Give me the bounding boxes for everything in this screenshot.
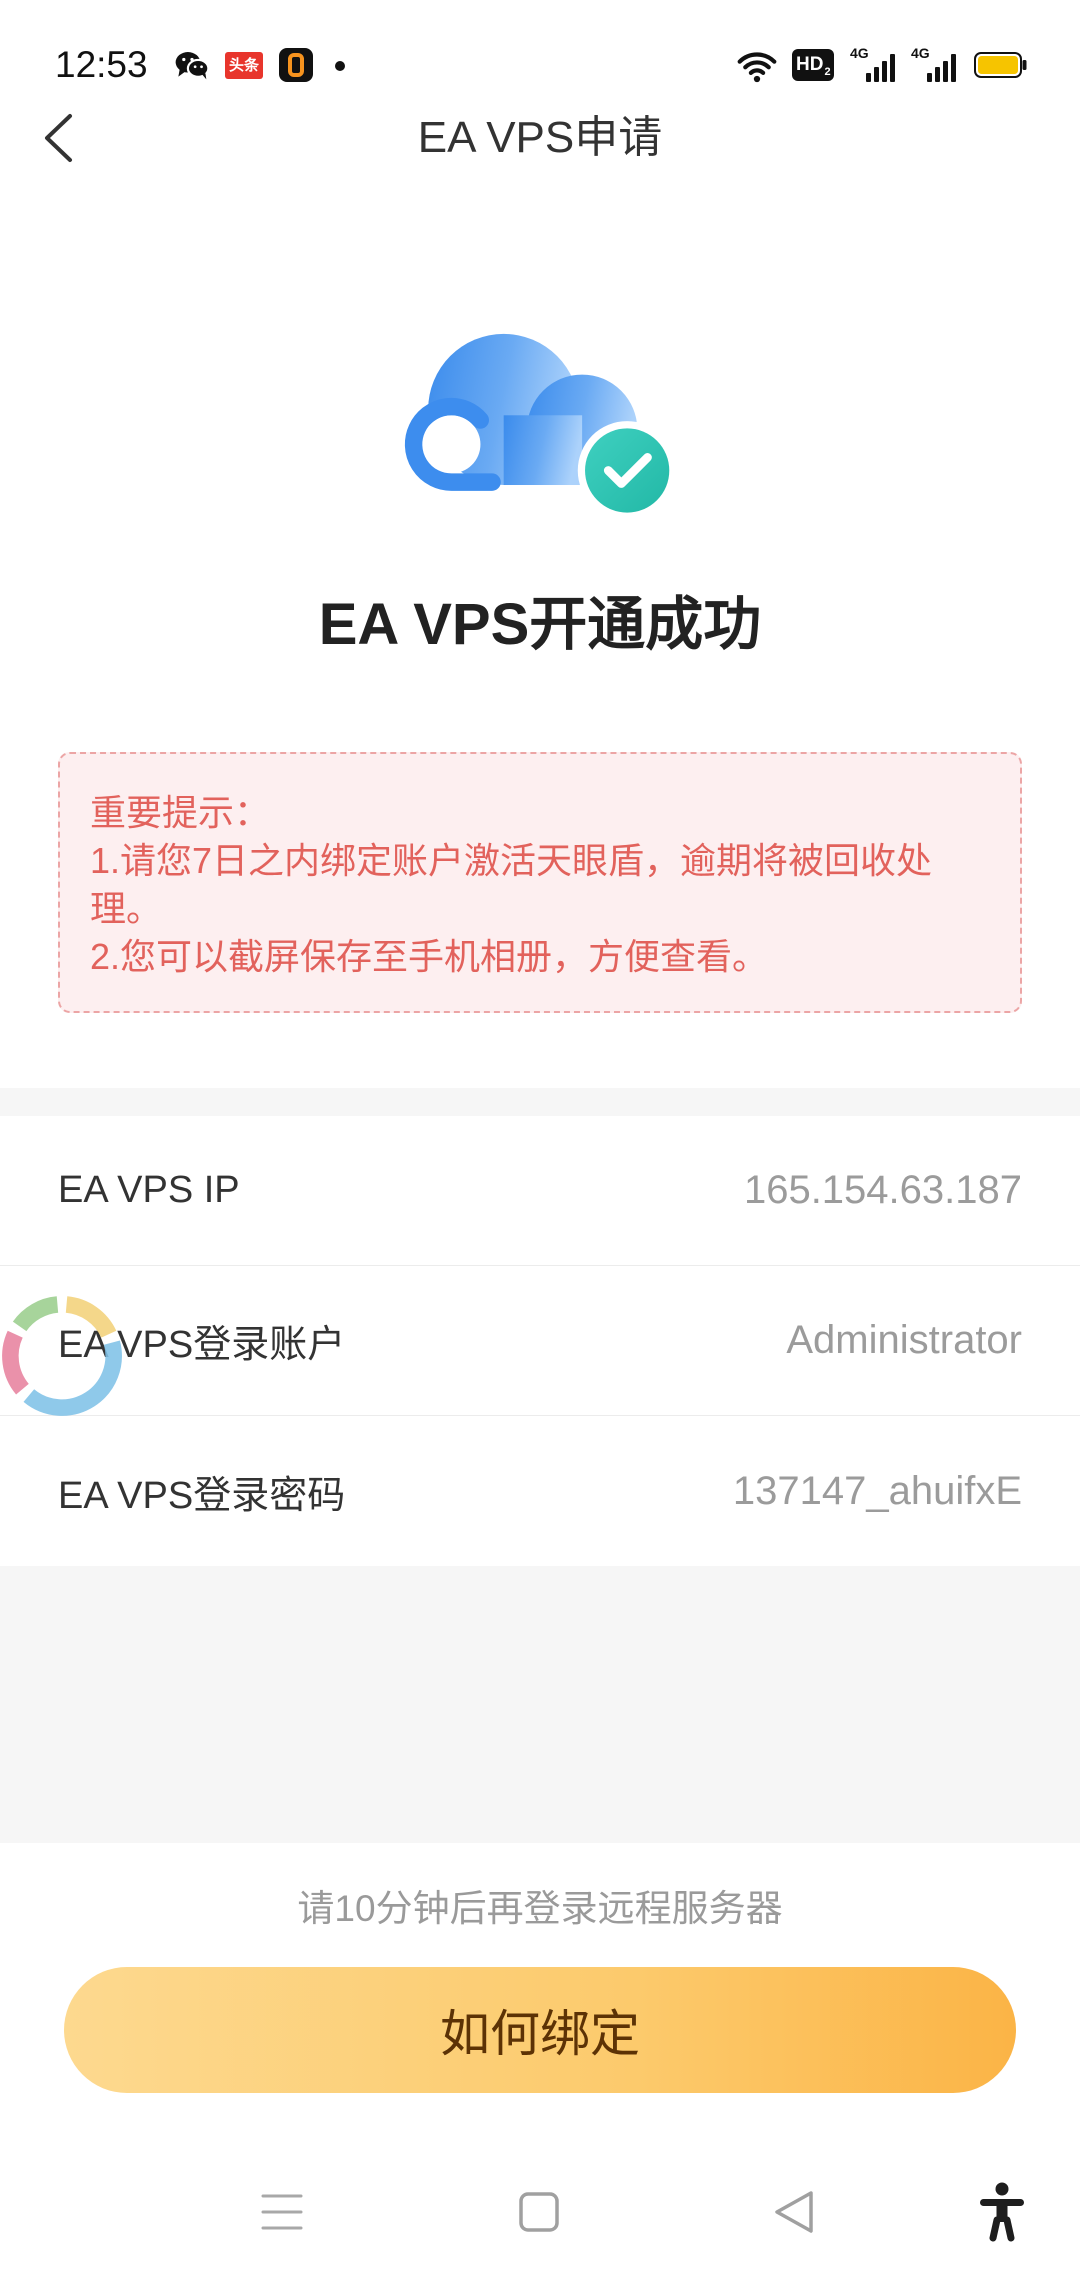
accessibility-button[interactable] xyxy=(972,2182,1032,2242)
login-hint: 请10分钟后再登录远程服务器 xyxy=(297,1888,783,1929)
signal-icon-sim1: 4G xyxy=(850,46,900,84)
home-icon xyxy=(519,2192,559,2232)
how-to-bind-label: 如何绑定 xyxy=(440,2006,640,2062)
status-time: 12:53 xyxy=(55,44,148,85)
accessibility-icon xyxy=(980,2182,1024,2242)
menu-icon xyxy=(261,2194,303,2230)
section-divider xyxy=(0,1088,1080,1116)
vps-details-list: EA VPS IP 165.154.63.187 EA VPS登录账户 Admi… xyxy=(0,1116,1080,1566)
notice-item: 1.请您7日之内绑定账户激活天眼盾，逾期将被回收处理。 xyxy=(90,840,933,929)
detail-value: 165.154.63.187 xyxy=(743,1168,1022,1212)
detail-row-ip: EA VPS IP 165.154.63.187 xyxy=(0,1116,1080,1266)
loading-ring-icon[interactable] xyxy=(0,1294,124,1418)
wechat-icon xyxy=(175,52,210,80)
signal-icon-sim2: 4G xyxy=(911,46,961,84)
menu-button[interactable] xyxy=(252,2182,312,2242)
success-title: EA VPS开通成功 xyxy=(318,592,762,657)
signal-bars-icon xyxy=(866,54,895,82)
hd-voice-icon: HD2 xyxy=(792,49,834,81)
more-dot-icon xyxy=(335,61,345,71)
empty-area xyxy=(0,1566,1080,1843)
hd-sim-label: 2 xyxy=(824,66,831,78)
notice-item: 2.您可以截屏保存至手机相册，方便查看。 xyxy=(90,936,769,977)
wifi-icon xyxy=(737,52,777,83)
how-to-bind-button[interactable]: 如何绑定 xyxy=(64,1967,1016,2093)
notice-heading: 重要提示： xyxy=(90,792,271,833)
back-triangle-icon xyxy=(775,2191,813,2233)
app-icon xyxy=(279,48,313,82)
toutiao-label: 头条 xyxy=(228,57,259,74)
battery-icon xyxy=(974,52,1027,78)
detail-value: 137147_ahuifxE xyxy=(732,1468,1022,1513)
detail-label: EA VPS IP xyxy=(58,1169,240,1211)
detail-row-password: EA VPS登录密码 137147_ahuifxE xyxy=(0,1416,1080,1566)
home-button[interactable] xyxy=(509,2182,569,2242)
cloud-check-icon xyxy=(404,333,677,520)
page-title: EA VPS申请 xyxy=(417,113,663,162)
detail-label: EA VPS登录密码 xyxy=(58,1474,346,1517)
detail-row-account: EA VPS登录账户 Administrator xyxy=(0,1266,1080,1416)
signal-bars-icon xyxy=(927,54,956,82)
system-back-button[interactable] xyxy=(765,2182,825,2242)
hd-label: HD xyxy=(796,54,824,75)
notice-box: 重要提示： 1.请您7日之内绑定账户激活天眼盾，逾期将被回收处理。 2.您可以截… xyxy=(58,752,1022,1013)
detail-value: Administrator xyxy=(786,1318,1022,1362)
toutiao-icon: 头条 xyxy=(225,52,263,79)
